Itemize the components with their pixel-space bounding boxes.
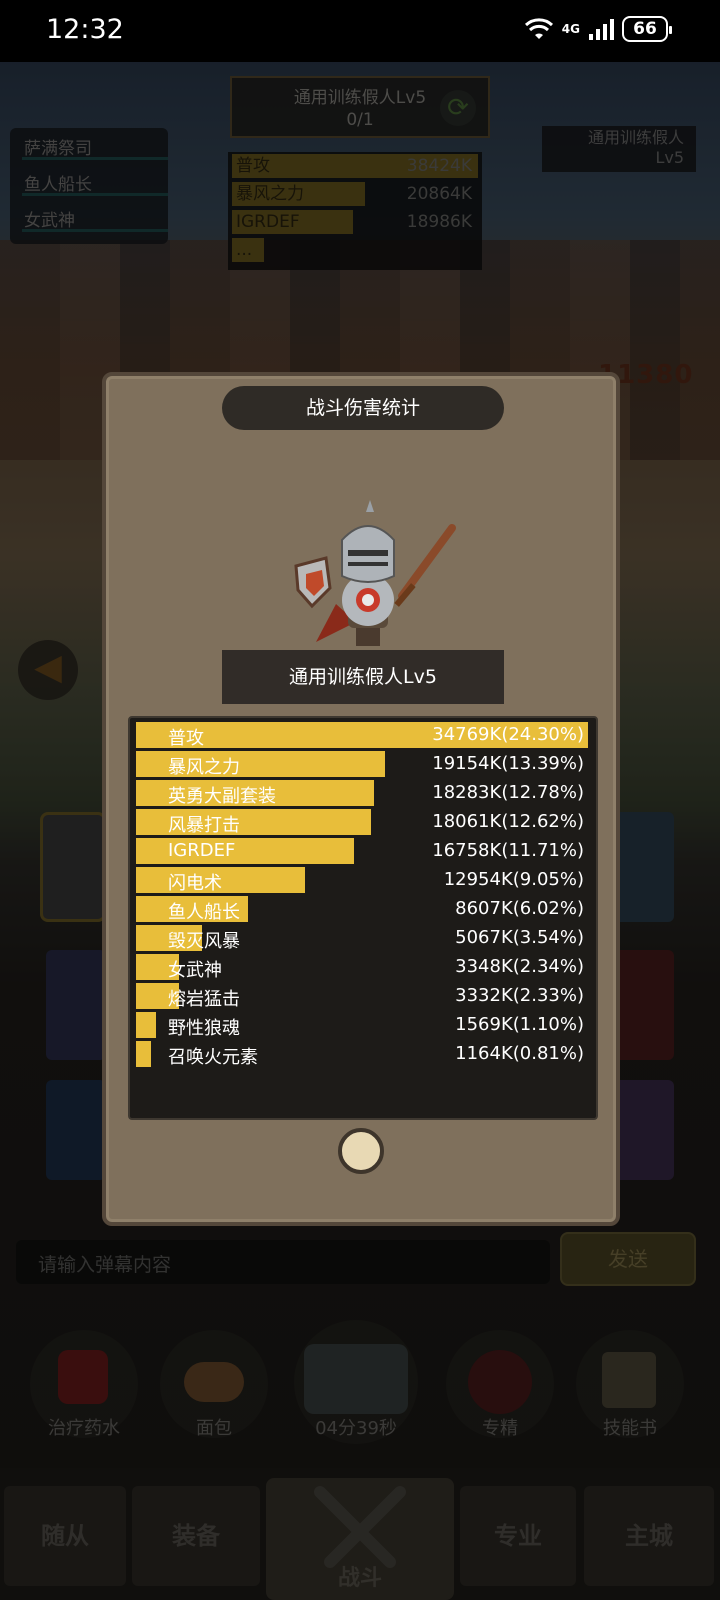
damage-value: 16758K(11.71%) xyxy=(432,840,584,861)
damage-row: IGRDEF 16758K(11.71%) xyxy=(136,838,592,864)
damage-bar xyxy=(136,1012,157,1038)
damage-row: 召唤火元素 1164K(0.81%) xyxy=(136,1041,592,1068)
damage-source-label: 女武神 xyxy=(168,960,222,981)
network-type: 4G xyxy=(561,22,580,36)
damage-value: 3348K(2.34%) xyxy=(455,956,584,977)
damage-source-label: IGRDEF xyxy=(168,840,236,861)
damage-row: 闪电术 12954K(9.05%) xyxy=(136,867,592,894)
damage-row: 野性狼魂 1569K(1.10%) xyxy=(136,1012,592,1039)
modal-title: 战斗伤害统计 xyxy=(222,386,504,430)
damage-bar xyxy=(136,1041,152,1067)
damage-value: 5067K(3.54%) xyxy=(455,927,584,948)
damage-value: 1164K(0.81%) xyxy=(455,1043,584,1064)
damage-value: 8607K(6.02%) xyxy=(455,898,584,919)
damage-source-label: 野性狼魂 xyxy=(168,1018,240,1039)
damage-value: 19154K(13.39%) xyxy=(432,753,584,774)
damage-row: 女武神 3348K(2.34%) xyxy=(136,954,592,981)
damage-source-label: 闪电术 xyxy=(168,873,222,894)
damage-source-label: 鱼人船长 xyxy=(168,902,240,923)
damage-value: 1569K(1.10%) xyxy=(455,1014,584,1035)
damage-row: 英勇大副套装 18283K(12.78%) xyxy=(136,780,592,807)
damage-value: 34769K(24.30%) xyxy=(432,724,584,745)
damage-stats-list[interactable]: 普攻 34769K(24.30%) 暴风之力 19154K(13.39%) 英勇… xyxy=(128,716,598,1120)
battery-icon: 66 xyxy=(622,16,672,42)
damage-value: 12954K(9.05%) xyxy=(443,869,584,890)
damage-value: 3332K(2.33%) xyxy=(455,985,584,1006)
signal-icon xyxy=(589,19,614,40)
damage-row: 毁灭风暴 5067K(3.54%) xyxy=(136,925,592,952)
wifi-icon xyxy=(524,18,553,39)
status-time: 12:32 xyxy=(46,14,124,45)
damage-source-label: 普攻 xyxy=(168,728,204,749)
damage-value: 18061K(12.62%) xyxy=(432,811,584,832)
damage-value: 18283K(12.78%) xyxy=(432,782,584,803)
status-icons: 4G 66 xyxy=(524,16,672,42)
damage-row: 熔岩猛击 3332K(2.33%) xyxy=(136,983,592,1010)
damage-row: 普攻 34769K(24.30%) xyxy=(136,722,592,749)
damage-source-label: 英勇大副套装 xyxy=(168,786,276,807)
close-button[interactable] xyxy=(338,1128,384,1174)
battery-level: 66 xyxy=(633,19,657,39)
damage-source-label: 召唤火元素 xyxy=(168,1047,258,1068)
damage-row: 暴风之力 19154K(13.39%) xyxy=(136,751,592,778)
damage-row: 鱼人船长 8607K(6.02%) xyxy=(136,896,592,923)
target-name: 通用训练假人Lv5 xyxy=(222,650,504,704)
damage-stats-modal: 战斗伤害统计 通用训练假人Lv5 普攻 34769K(24.30%) 暴风之力 … xyxy=(102,372,620,1226)
status-bar: 12:32 4G 66 xyxy=(0,0,720,62)
knight-dummy-icon xyxy=(294,500,456,646)
damage-row: 风暴打击 18061K(12.62%) xyxy=(136,809,592,836)
damage-source-label: 风暴打击 xyxy=(168,815,240,836)
damage-source-label: 暴风之力 xyxy=(168,757,240,778)
damage-source-label: 毁灭风暴 xyxy=(168,931,240,952)
damage-source-label: 熔岩猛击 xyxy=(168,989,240,1010)
